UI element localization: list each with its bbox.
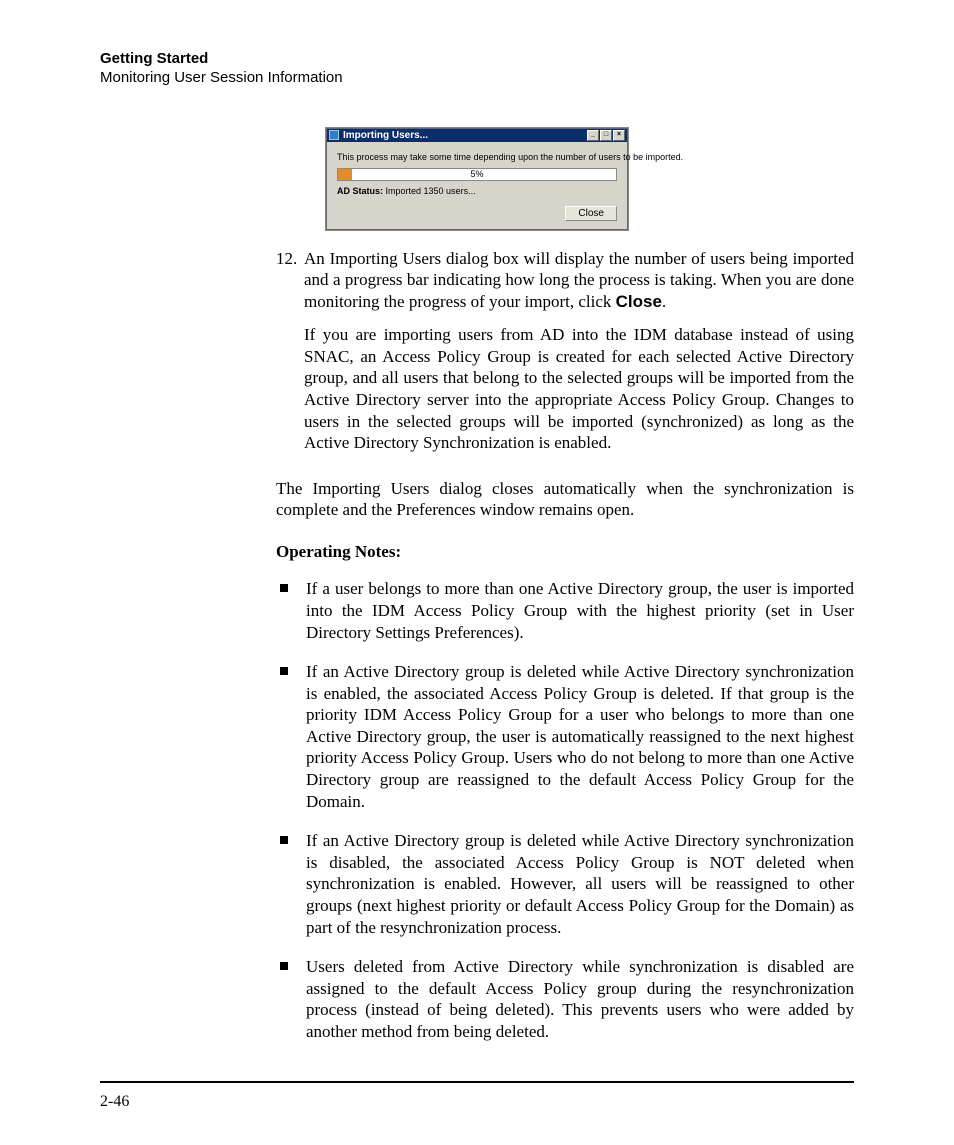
step-para-1: An Importing Users dialog box will displ… [304, 248, 854, 313]
window-buttons: _ □ × [587, 130, 625, 141]
numbered-step: 12. An Importing Users dialog box will d… [276, 248, 854, 466]
step-text-a: An Importing Users dialog box will displ… [304, 249, 854, 311]
progress-bar: 5% [337, 168, 617, 181]
dialog-body: This process may take some time dependin… [327, 142, 627, 229]
running-header: Getting Started Monitoring User Session … [100, 50, 854, 88]
step-number: 12. [276, 248, 304, 466]
close-icon[interactable]: × [613, 130, 625, 141]
closing-paragraph: The Importing Users dialog closes automa… [276, 478, 854, 521]
dialog-title-left: Importing Users... [329, 130, 428, 141]
step-text: An Importing Users dialog box will displ… [304, 248, 854, 466]
maximize-icon[interactable]: □ [600, 130, 612, 141]
dialog-titlebar: Importing Users... _ □ × [327, 129, 627, 142]
dialog-title-text: Importing Users... [343, 130, 428, 141]
list-item: If an Active Directory group is deleted … [276, 830, 854, 938]
progress-label: 5% [338, 169, 616, 180]
body-content: 12. An Importing Users dialog box will d… [276, 248, 854, 1043]
app-icon [329, 130, 339, 140]
close-button[interactable]: Close [565, 206, 617, 221]
list-item: Users deleted from Active Directory whil… [276, 956, 854, 1042]
importing-users-dialog: Importing Users... _ □ × This process ma… [326, 128, 628, 230]
operating-notes-heading: Operating Notes: [276, 541, 854, 563]
document-page: Getting Started Monitoring User Session … [0, 0, 954, 1145]
minimize-icon[interactable]: _ [587, 130, 599, 141]
list-item: If a user belongs to more than one Activ… [276, 578, 854, 643]
dialog-message: This process may take some time dependin… [337, 152, 617, 162]
page-number: 2-46 [100, 1093, 129, 1111]
status-prefix: AD Status: [337, 186, 383, 196]
list-item: If an Active Directory group is deleted … [276, 661, 854, 812]
status-text: Imported 1350 users... [383, 186, 476, 196]
footer-rule [100, 1081, 854, 1083]
step-para-2: If you are importing users from AD into … [304, 324, 854, 453]
step-text-b: . [662, 292, 666, 311]
close-ui-label: Close [616, 292, 662, 311]
chapter-title: Getting Started [100, 50, 854, 69]
dialog-button-row: Close [337, 206, 617, 221]
dialog-status: AD Status: Imported 1350 users... [337, 186, 617, 196]
notes-list: If a user belongs to more than one Activ… [276, 578, 854, 1042]
section-title: Monitoring User Session Information [100, 69, 854, 88]
